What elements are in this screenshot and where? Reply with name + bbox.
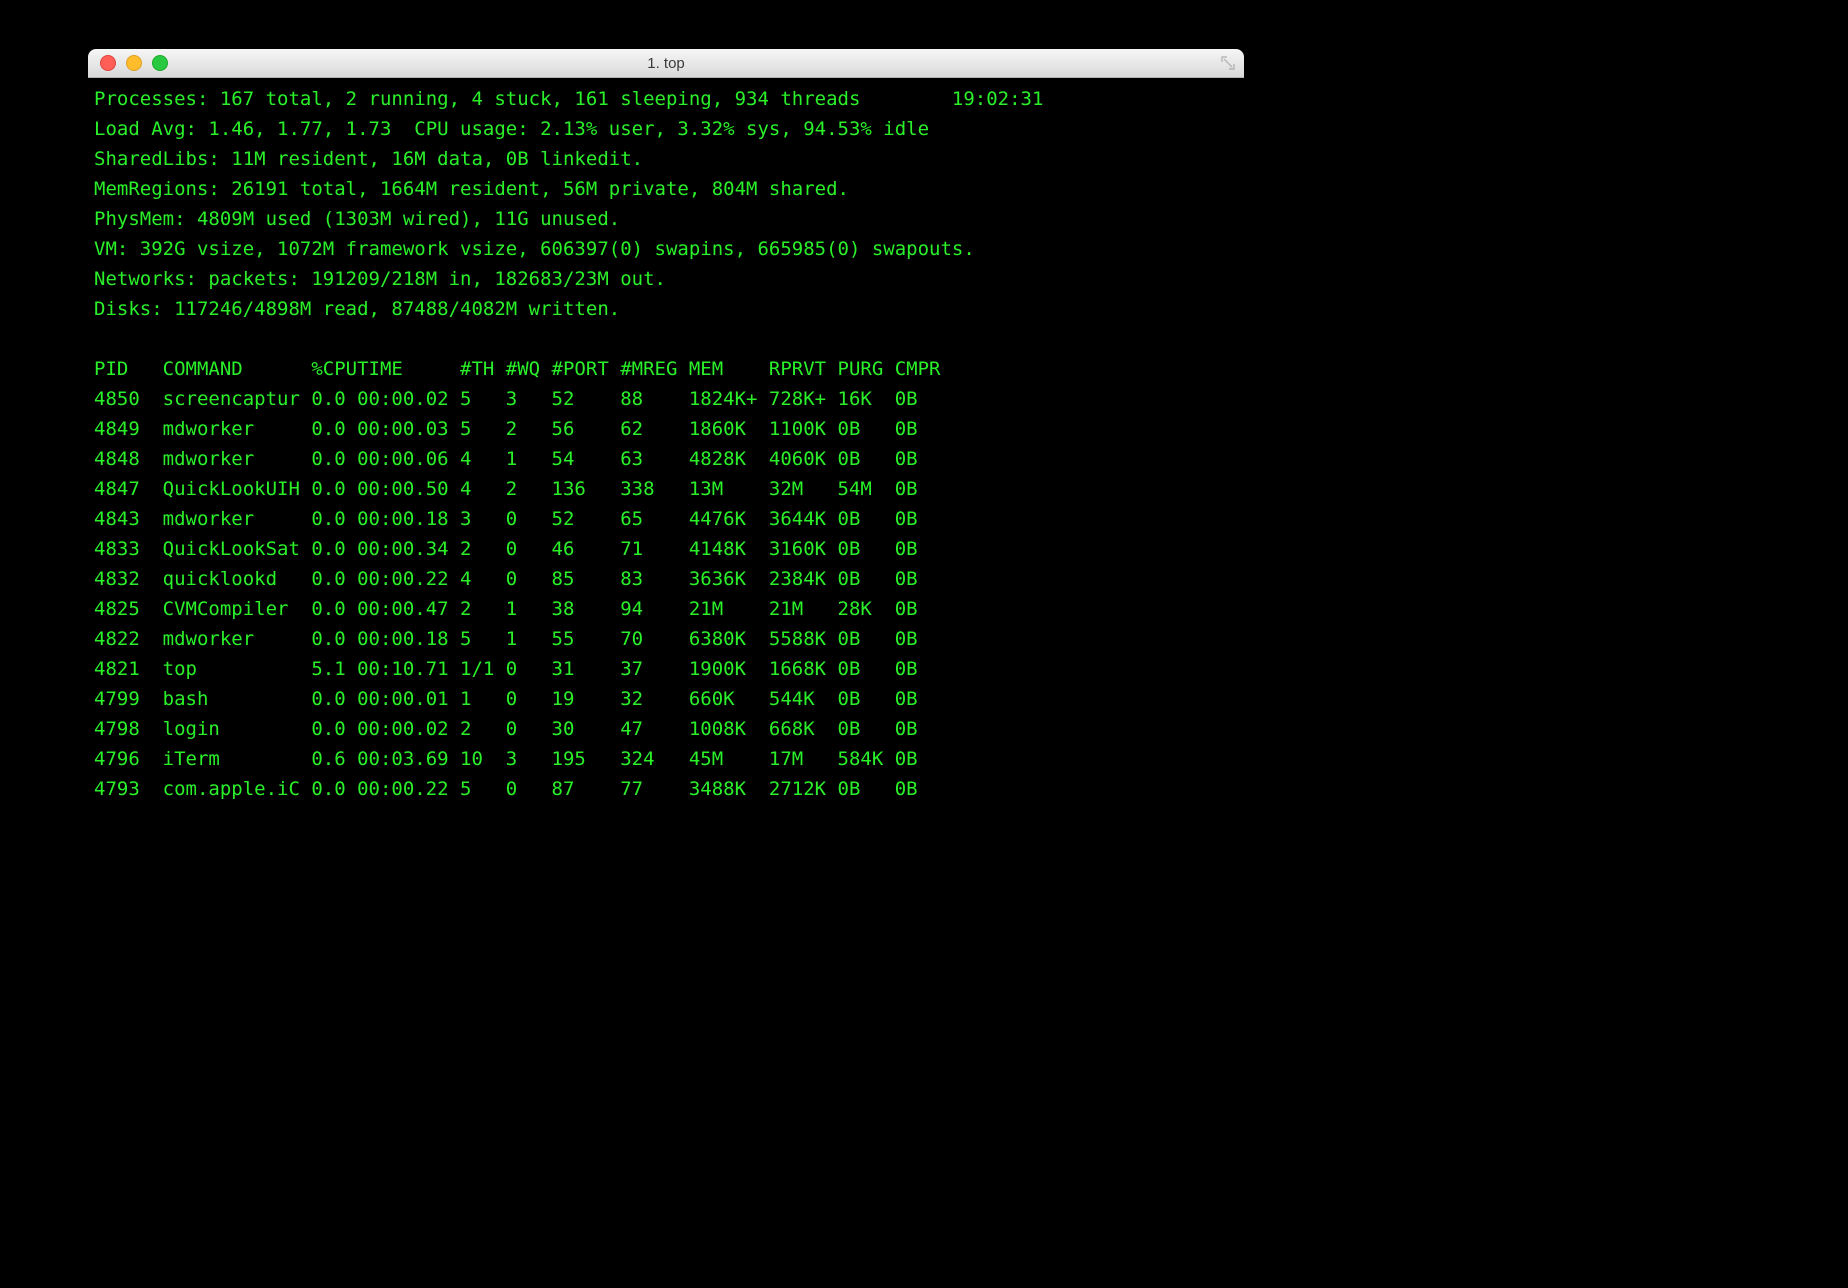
process-row: 4832 quicklookd 0.0 00:00.22 4 0 85 83 3… (94, 564, 1238, 594)
process-row: 4793 com.apple.iC 0.0 00:00.22 5 0 87 77… (94, 774, 1238, 804)
process-row: 4798 login 0.0 00:00.02 2 0 30 47 1008K … (94, 714, 1238, 744)
summary-line: Disks: 117246/4898M read, 87488/4082M wr… (94, 298, 620, 320)
terminal-output[interactable]: Processes: 167 total, 2 running, 4 stuck… (88, 78, 1244, 814)
zoom-icon[interactable] (152, 55, 168, 71)
process-row: 4796 iTerm 0.6 00:03.69 10 3 195 324 45M… (94, 744, 1238, 774)
process-row: 4850 screencaptur 0.0 00:00.02 5 3 52 88… (94, 384, 1238, 414)
process-row: 4799 bash 0.0 00:00.01 1 0 19 32 660K 54… (94, 684, 1238, 714)
summary-line: PhysMem: 4809M used (1303M wired), 11G u… (94, 208, 620, 230)
column-headers: PID COMMAND %CPUTIME #TH #WQ #PORT #MREG… (94, 354, 1238, 384)
window-title: 1. top (88, 55, 1244, 72)
process-row: 4849 mdworker 0.0 00:00.03 5 2 56 62 186… (94, 414, 1238, 444)
process-row: 4822 mdworker 0.0 00:00.18 5 1 55 70 638… (94, 624, 1238, 654)
summary-processes-line: Processes: 167 total, 2 running, 4 stuck… (94, 88, 1043, 110)
process-row: 4848 mdworker 0.0 00:00.06 4 1 54 63 482… (94, 444, 1238, 474)
minimize-icon[interactable] (126, 55, 142, 71)
process-row: 4847 QuickLookUIH 0.0 00:00.50 4 2 136 3… (94, 474, 1238, 504)
process-row: 4833 QuickLookSat 0.0 00:00.34 2 0 46 71… (94, 534, 1238, 564)
summary-line: SharedLibs: 11M resident, 16M data, 0B l… (94, 148, 643, 170)
fullscreen-icon[interactable] (1220, 55, 1236, 71)
process-row: 4821 top 5.1 00:10.71 1/1 0 31 37 1900K … (94, 654, 1238, 684)
terminal-window: 1. top Processes: 167 total, 2 running, … (88, 49, 1244, 814)
close-icon[interactable] (100, 55, 116, 71)
summary-line: Networks: packets: 191209/218M in, 18268… (94, 268, 666, 290)
window-traffic-lights (100, 55, 168, 71)
process-row: 4843 mdworker 0.0 00:00.18 3 0 52 65 447… (94, 504, 1238, 534)
summary-line: MemRegions: 26191 total, 1664M resident,… (94, 178, 849, 200)
window-titlebar[interactable]: 1. top (88, 49, 1244, 78)
summary-line: Load Avg: 1.46, 1.77, 1.73 CPU usage: 2.… (94, 118, 929, 140)
summary-line: VM: 392G vsize, 1072M framework vsize, 6… (94, 238, 975, 260)
process-row: 4825 CVMCompiler 0.0 00:00.47 2 1 38 94 … (94, 594, 1238, 624)
